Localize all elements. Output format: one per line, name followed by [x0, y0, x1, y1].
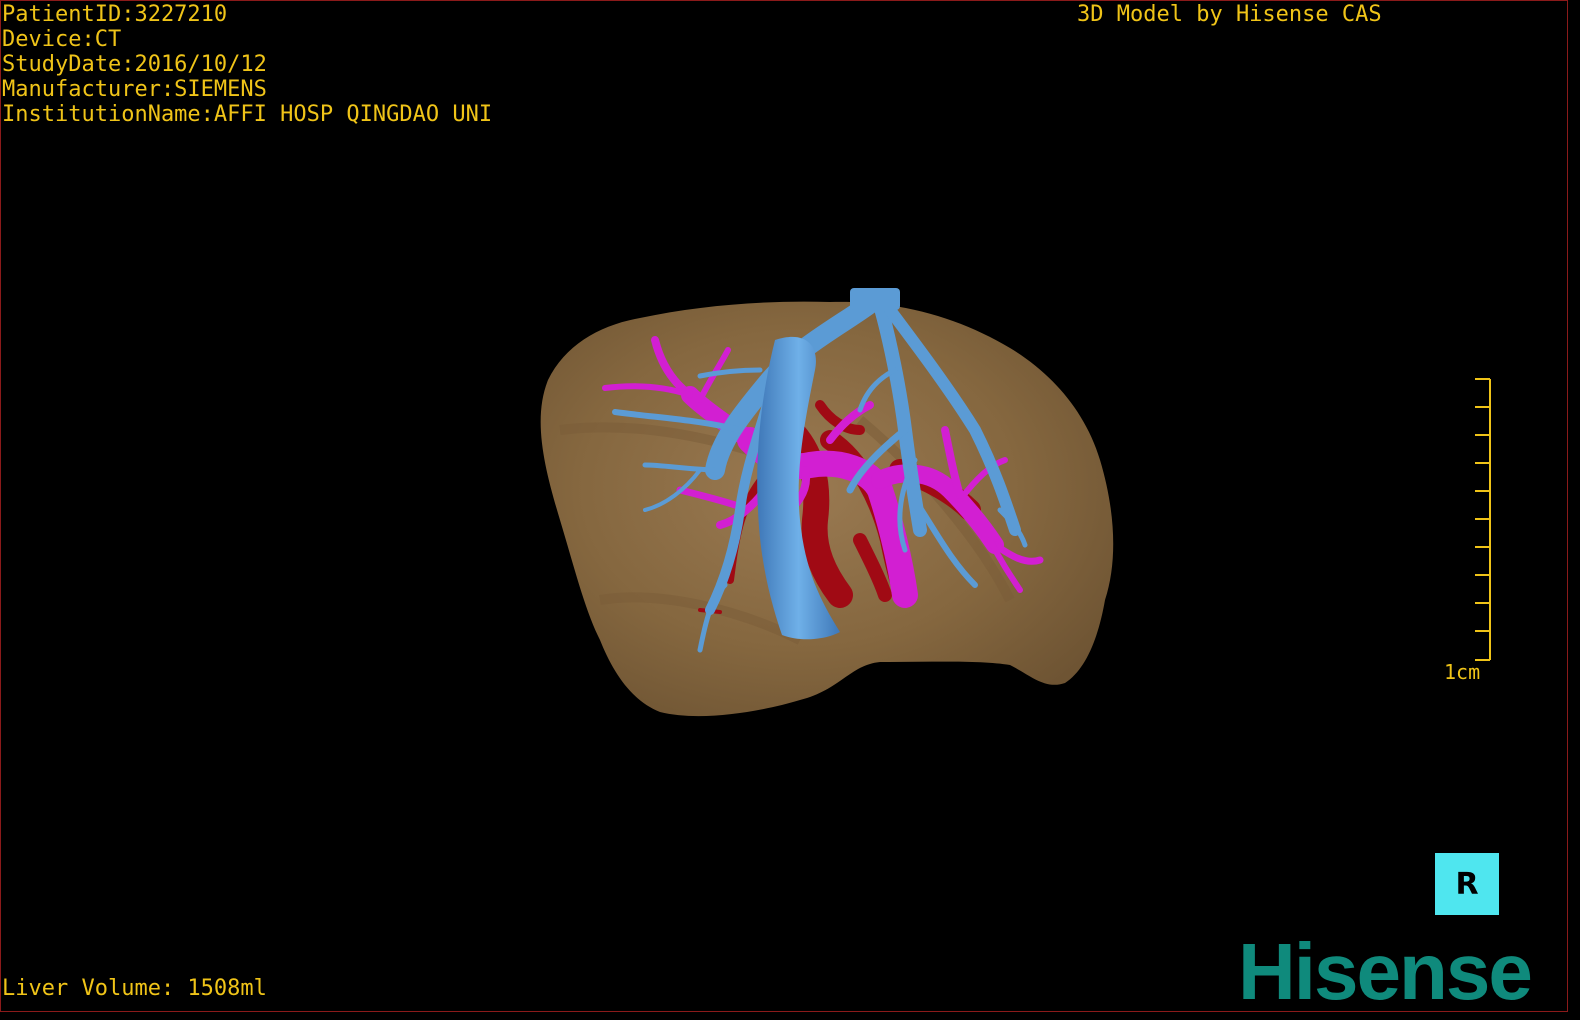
study-date-text: StudyDate:2016/10/12 — [2, 52, 267, 77]
dicom-info-overlay: PatientID:3227210 Device:CT StudyDate:20… — [2, 2, 492, 127]
scale-bar — [1475, 378, 1491, 661]
institution-text: InstitutionName:AFFI HOSP QINGDAO UNI — [2, 102, 493, 127]
orientation-reset-button[interactable]: R — [1435, 853, 1499, 915]
model-watermark: 3D Model by Hisense CAS — [1077, 2, 1382, 27]
3d-liver-viewport[interactable] — [0, 0, 1568, 1012]
ivc-top-cap — [850, 288, 900, 310]
manufacturer-text: Manufacturer:SIEMENS — [2, 77, 267, 102]
orientation-label: R — [1455, 866, 1479, 902]
device-text: Device:CT — [2, 27, 122, 52]
liver-volume-text: Liver Volume: 1508ml — [2, 976, 267, 1001]
scale-label: 1cm — [1444, 660, 1481, 684]
patient-id-text: PatientID:3227210 — [2, 2, 228, 27]
hisense-logo: Hisense — [1238, 927, 1533, 1016]
